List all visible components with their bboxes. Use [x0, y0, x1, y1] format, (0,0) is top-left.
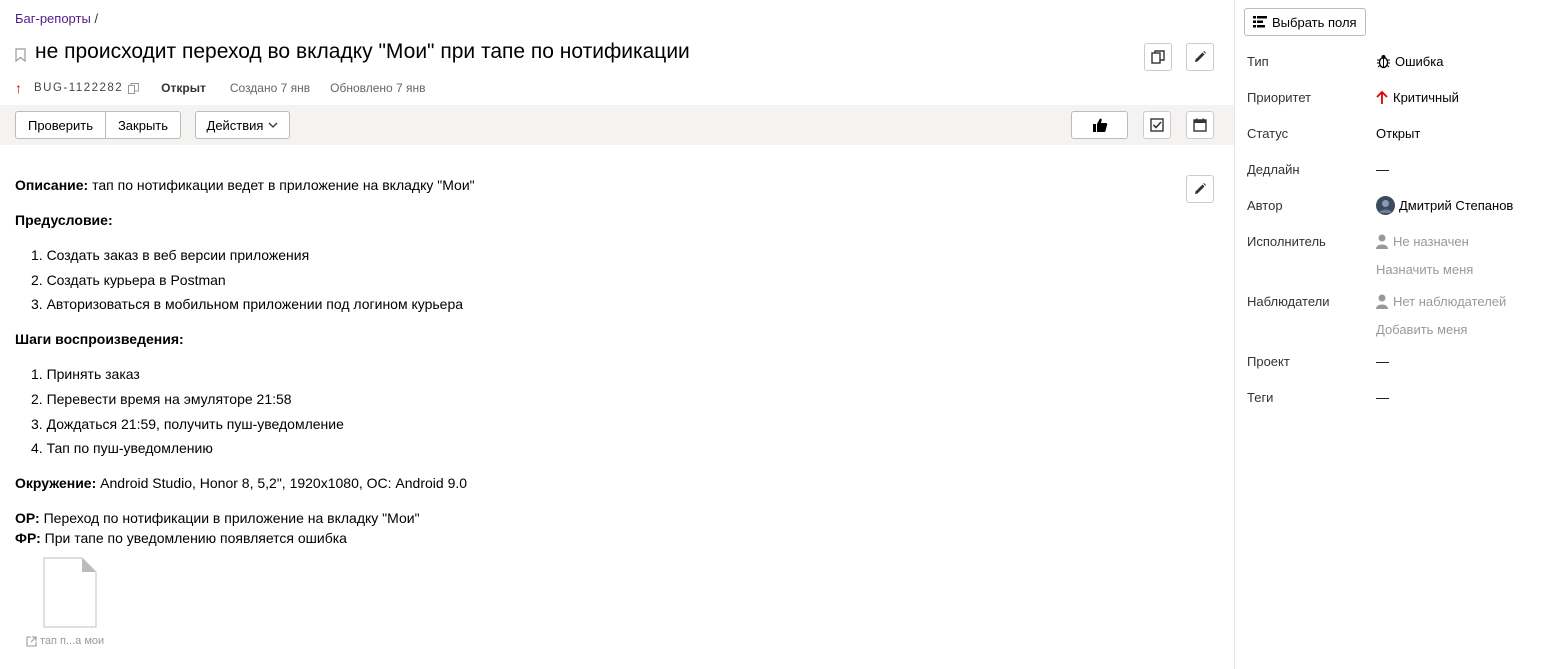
field-label-status: Статус [1247, 126, 1289, 141]
actions-dropdown[interactable]: Действия [195, 111, 290, 139]
created-date: Создано 7 янв [229, 81, 311, 95]
priority-arrow-icon: ↑ [15, 80, 22, 96]
status-badge: Открыт [161, 81, 206, 95]
field-label-assignee: Исполнитель [1247, 234, 1326, 249]
chevron-down-icon [269, 122, 278, 128]
field-value-watchers[interactable]: Нет наблюдателей [1376, 294, 1506, 309]
watchers-value-text: Нет наблюдателей [1393, 294, 1507, 309]
expected-result-line: ОР: Переход по нотификации в приложение … [15, 510, 420, 526]
field-label-priority: Приоритет [1247, 90, 1312, 105]
author-name: Дмитрий Степанов [1399, 198, 1514, 213]
actions-label: Действия [206, 117, 264, 133]
select-fields-label: Выбрать поля [1272, 14, 1357, 30]
copy-icon [1151, 50, 1165, 64]
actual-label: ФР: [15, 530, 41, 546]
avatar [1376, 196, 1395, 215]
field-label-deadline: Дедлайн [1247, 162, 1300, 177]
title-row: не происходит переход во вкладку "Мои" п… [15, 40, 690, 64]
action-toolbar: Проверить Закрыть Действия [0, 105, 1234, 145]
field-label-type: Тип [1247, 54, 1269, 69]
field-value-tags[interactable]: — [1376, 390, 1389, 405]
list-item: 3. Авторизоваться в мобильном приложении… [31, 296, 464, 312]
edit-title-button[interactable] [1186, 43, 1214, 71]
add-me-link[interactable]: Добавить меня [1376, 322, 1467, 337]
pencil-icon [1195, 51, 1206, 62]
expected-text: Переход по нотификации в приложение на в… [43, 510, 420, 526]
checkbox-icon [1150, 118, 1164, 132]
bookmark-icon[interactable] [15, 48, 26, 62]
description-line: Описание: тап по нотификации ведет в при… [15, 177, 475, 193]
breadcrumb: Баг-репорты / [15, 11, 98, 26]
like-button[interactable] [1071, 111, 1128, 139]
external-link-icon [26, 635, 37, 647]
expected-label: ОР: [15, 510, 40, 526]
edit-description-button[interactable] [1186, 175, 1214, 203]
close-button[interactable]: Закрыть [105, 111, 181, 139]
bug-icon [1377, 55, 1390, 69]
user-icon [1376, 234, 1388, 249]
breadcrumb-link-bug-reports[interactable]: Баг-репорты [15, 11, 91, 26]
user-icon [1376, 294, 1388, 309]
field-label-tags: Теги [1247, 390, 1274, 405]
description-label: Описание: [15, 177, 89, 193]
list-item: 4. Тап по пуш-уведомлению [31, 440, 213, 456]
issue-sidebar: Выбрать поля Тип Ошибка Приоритет Критич… [1234, 0, 1559, 669]
field-value-status[interactable]: Открыт [1376, 126, 1420, 141]
checklist-button[interactable] [1143, 111, 1171, 139]
actual-result-line: ФР: При тапе по уведомлению появляется о… [15, 530, 347, 546]
type-value-text: Ошибка [1395, 54, 1444, 69]
description-text: тап по нотификации ведет в приложение на… [92, 177, 475, 193]
steps-heading: Шаги воспроизведения: [15, 331, 184, 347]
list-item: 3. Дождаться 21:59, получить пуш-уведомл… [31, 416, 344, 432]
updated-date: Обновлено 7 янв [330, 81, 426, 95]
environment-text: Android Studio, Honor 8, 5,2", 1920x1080… [100, 475, 468, 491]
breadcrumb-separator: / [94, 11, 99, 26]
field-value-assignee[interactable]: Не назначен [1376, 234, 1469, 249]
check-button[interactable]: Проверить [15, 111, 106, 139]
issue-key[interactable]: BUG-1122282 [34, 82, 123, 94]
issue-meta: ↑ BUG-1122282 Открыт Создано 7 янв Обнов… [15, 80, 426, 96]
file-attachment-icon[interactable] [42, 557, 98, 629]
select-fields-button[interactable]: Выбрать поля [1244, 8, 1366, 36]
actual-text: При тапе по уведомлению появляется ошибк… [44, 530, 347, 546]
field-value-priority[interactable]: Критичный [1376, 90, 1459, 105]
environment-line: Окружение: Android Studio, Honor 8, 5,2"… [15, 475, 467, 491]
field-value-project[interactable]: — [1376, 354, 1389, 369]
environment-label: Окружение: [15, 475, 97, 491]
assignee-value-text: Не назначен [1393, 234, 1469, 249]
assign-me-link[interactable]: Назначить меня [1376, 262, 1473, 277]
field-value-author[interactable]: Дмитрий Степанов [1376, 196, 1513, 215]
thumbs-up-icon [1092, 118, 1107, 132]
priority-arrow-up-icon [1376, 90, 1388, 104]
copy-key-icon[interactable] [128, 82, 140, 94]
list-item: 2. Перевести время на эмуляторе 21:58 [31, 391, 292, 407]
issue-main: Баг-репорты / не происходит переход во в… [0, 0, 1234, 669]
precondition-heading: Предусловие: [15, 212, 113, 228]
list-item: 2. Создать курьера в Postman [31, 272, 226, 288]
field-value-deadline[interactable]: — [1376, 162, 1389, 177]
field-label-project: Проект [1247, 354, 1290, 369]
fields-list-icon [1253, 16, 1267, 28]
list-item: 1. Создать заказ в веб версии приложения [31, 247, 310, 263]
page-title: не происходит переход во вкладку "Мои" п… [35, 40, 690, 63]
field-label-author: Автор [1247, 198, 1283, 213]
list-item: 1. Принять заказ [31, 366, 140, 382]
calendar-button[interactable] [1186, 111, 1214, 139]
attachment-name: тап п...а мои [40, 635, 105, 647]
field-value-type[interactable]: Ошибка [1376, 54, 1443, 69]
copy-link-button[interactable] [1144, 43, 1172, 71]
field-label-watchers: Наблюдатели [1247, 294, 1330, 309]
pencil-icon [1195, 183, 1206, 194]
calendar-icon [1193, 118, 1207, 132]
priority-value-text: Критичный [1393, 90, 1459, 105]
attachment-caption[interactable]: тап п...а мои [26, 635, 104, 647]
